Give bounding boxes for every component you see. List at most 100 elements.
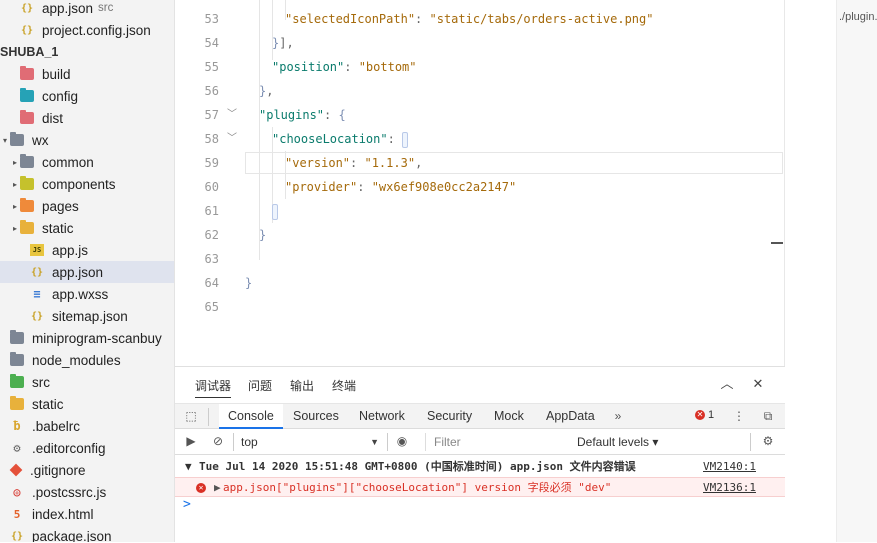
fold-chevron-icon[interactable]: ﹀	[227, 127, 237, 151]
more-tabs-icon[interactable]: »	[610, 408, 626, 424]
tree-item[interactable]: ▾ wx	[0, 129, 174, 151]
code-line[interactable]: 58 ﹀ "chooseLocation":	[175, 127, 785, 151]
undock-icon[interactable]: ⧉	[760, 408, 776, 424]
tree-item[interactable]: ⚙ .editorconfig	[0, 437, 174, 459]
code-line[interactable]: 62}	[175, 223, 785, 247]
code-line[interactable]: 60 "provider": "wx6ef908e0cc2a2147"	[175, 175, 785, 199]
tab-problems[interactable]: 问题	[248, 377, 272, 394]
tree-item-label: build	[42, 66, 71, 82]
code-line[interactable]: 63	[175, 247, 785, 271]
devtab-console[interactable]: Console	[219, 404, 283, 429]
close-icon[interactable]: ✕	[749, 375, 767, 393]
devtab-network[interactable]: Network	[350, 404, 414, 429]
tree-item[interactable]: src	[0, 371, 174, 393]
chevron-icon[interactable]: ▾	[0, 136, 10, 145]
chevron-up-icon[interactable]: ︿	[718, 375, 736, 393]
chevron-icon[interactable]: ▸	[10, 224, 20, 233]
sidebar-toggle-icon[interactable]: ▶	[183, 433, 199, 449]
inspect-icon[interactable]: ⬚	[183, 408, 199, 424]
tree-item[interactable]: {} package.json	[0, 525, 174, 543]
tree-item[interactable]: ◎ .postcssrc.js	[0, 481, 174, 503]
tab-debugger[interactable]: 调试器	[195, 377, 232, 398]
log-source-link[interactable]: VM2140:1	[703, 457, 756, 477]
tree-item[interactable]: node_modules	[0, 349, 174, 371]
tree-item[interactable]: build	[0, 63, 174, 85]
tree-item[interactable]: {} sitemap.json	[0, 305, 174, 327]
devtab-mock[interactable]: Mock	[485, 404, 533, 429]
chevron-icon[interactable]: ▸	[10, 202, 20, 211]
settings-gear-icon[interactable]: ⚙	[760, 433, 776, 449]
gear-icon: ⚙	[13, 441, 21, 455]
tree-item-label: package.json	[32, 528, 112, 543]
chevron-icon[interactable]: ▸	[10, 180, 20, 189]
bracket-match-highlight	[272, 203, 278, 220]
tree-item[interactable]: dist	[0, 107, 174, 129]
eye-icon[interactable]: ◉	[394, 433, 410, 449]
more-vert-icon[interactable]: ⋮	[731, 408, 747, 424]
tree-item[interactable]: config	[0, 85, 174, 107]
tree-item-label: static	[42, 220, 74, 236]
expand-triangle-icon[interactable]: ▶	[214, 478, 221, 498]
code-editor[interactable]: 53 "selectedIconPath": "static/tabs/order…	[175, 0, 785, 366]
error-count-badge[interactable]: ✕ 1	[695, 409, 714, 421]
code-text: "chooseLocation":	[272, 127, 409, 151]
code-line[interactable]: 57 ﹀ "plugins": {	[175, 103, 785, 127]
code-text: "provider": "wx6ef908e0cc2a2147"	[285, 180, 517, 194]
divider	[750, 433, 751, 451]
tree-item-label: config	[42, 88, 79, 104]
tree-item[interactable]: ▸ pages	[0, 195, 174, 217]
js-icon: JS	[30, 244, 44, 256]
tree-item[interactable]: miniprogram-scanbuy	[0, 327, 174, 349]
log-header-text: Tue Jul 14 2020 15:51:48 GMT+0800 (中国标准时…	[199, 460, 636, 473]
tree-item-label: miniprogram-scanbuy	[32, 330, 162, 346]
code-line[interactable]: 53 "selectedIconPath": "static/tabs/order…	[175, 7, 785, 31]
tree-item[interactable]: .gitignore	[0, 459, 174, 481]
divider	[387, 433, 388, 451]
code-line[interactable]: 55 "position": "bottom"	[175, 55, 785, 79]
filter-input[interactable]: Filter	[425, 433, 567, 451]
tree-item[interactable]: JS app.js	[0, 239, 174, 261]
log-levels-dropdown[interactable]: Default levels ▾	[577, 433, 658, 451]
code-line[interactable]: 61	[175, 199, 785, 223]
console-prompt[interactable]: >	[183, 497, 191, 512]
error-source-link[interactable]: VM2136:1	[703, 478, 756, 498]
folder-icon	[10, 396, 24, 410]
tree-item[interactable]: {} project.config.json	[0, 19, 174, 41]
tree-item[interactable]: ▸ components	[0, 173, 174, 195]
code-line[interactable]: 54}],	[175, 31, 785, 55]
tree-item[interactable]: static	[0, 393, 174, 415]
preview-path: ./plugin.i	[839, 11, 877, 23]
clear-console-icon[interactable]: ⊘	[210, 433, 226, 449]
folder-icon	[20, 110, 34, 124]
tree-item[interactable]: {} app.json src	[0, 0, 174, 19]
babel-icon: ƀ	[13, 419, 21, 433]
tree-item-hint: src	[98, 2, 114, 14]
chevron-icon[interactable]: ▸	[10, 158, 20, 167]
devtab-sources[interactable]: Sources	[284, 404, 348, 429]
tab-terminal[interactable]: 终端	[332, 377, 356, 394]
folder-icon	[10, 330, 24, 344]
tree-item[interactable]: ▸ static	[0, 217, 174, 239]
devtab-security[interactable]: Security	[418, 404, 481, 429]
code-line[interactable]: 64}	[175, 271, 785, 295]
folder-icon	[20, 154, 34, 168]
context-selector[interactable]: top ▼	[241, 433, 379, 451]
fold-chevron-icon[interactable]: ﹀	[227, 103, 237, 127]
line-number: 65	[204, 300, 219, 314]
tree-item[interactable]: 5 index.html	[0, 503, 174, 525]
tree-item[interactable]: ▸ common	[0, 151, 174, 173]
tree-item[interactable]: ƀ .babelrc	[0, 415, 174, 437]
log-group-header[interactable]: ▼ Tue Jul 14 2020 15:51:48 GMT+0800 (中国标…	[175, 457, 785, 477]
expand-triangle-icon[interactable]: ▼	[185, 457, 192, 477]
devtab-appdata[interactable]: AppData	[537, 404, 604, 429]
code-line[interactable]: 65	[175, 295, 785, 319]
code-line[interactable]: 56},	[175, 79, 785, 103]
workspace-section-header[interactable]: SHUBA_1	[0, 41, 174, 63]
error-row[interactable]: ✕ ▶ app.json["plugins"]["chooseLocation"…	[175, 477, 785, 497]
tab-output[interactable]: 输出	[290, 377, 314, 394]
tree-item[interactable]: {} app.json	[0, 261, 174, 283]
scrollbar-marker[interactable]	[771, 242, 783, 244]
json-icon: {}	[30, 266, 44, 278]
folder-icon	[20, 176, 34, 190]
tree-item[interactable]: ≡ app.wxss	[0, 283, 174, 305]
